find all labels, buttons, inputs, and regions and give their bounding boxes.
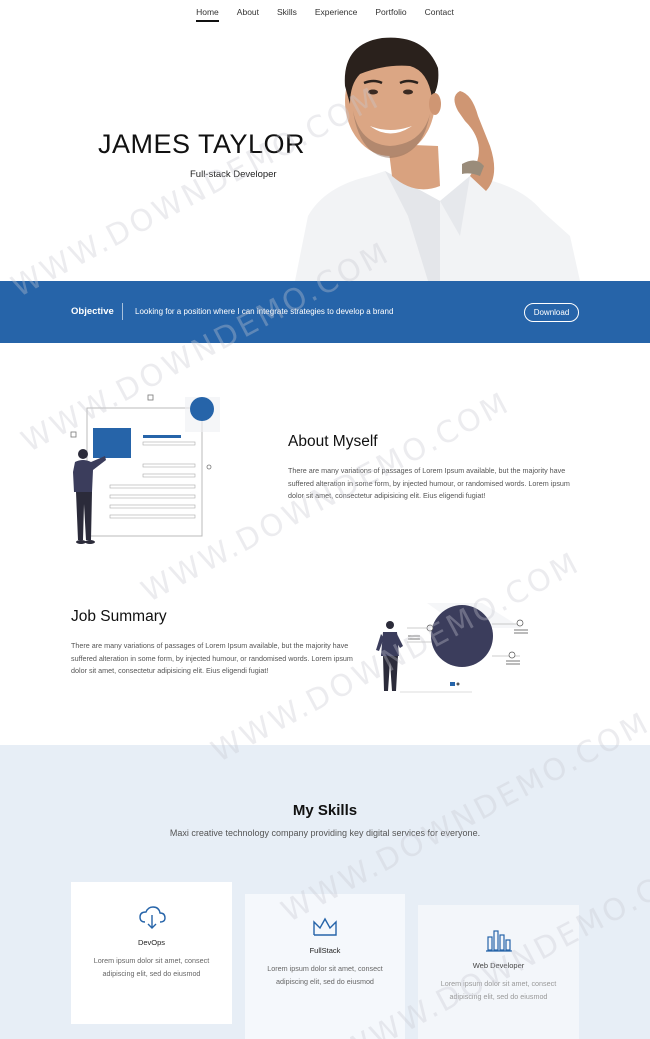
about-text: There are many variations of passages of… [288,466,570,501]
about-title: About Myself [288,433,378,450]
bar-chart-icon [485,930,512,952]
job-title: Job Summary [71,608,167,625]
nav-portfolio[interactable]: Portfolio [366,0,415,24]
nav-experience[interactable]: Experience [306,0,367,24]
nav-about[interactable]: About [228,0,268,24]
skill-card-devops[interactable]: DevOps Lorem ipsum dolor sit amet, conse… [71,882,232,1024]
objective-text: Looking for a position where I can integ… [135,307,394,316]
skill-card-fullstack[interactable]: FullStack Lorem ipsum dolor sit amet, co… [245,894,405,1039]
skills-section: My Skills Maxi creative technology compa… [0,745,650,1039]
crown-icon [313,917,337,936]
job-illustration [376,603,528,693]
skill-card-text: Lorem ipsum dolor sit amet, consect adip… [93,956,210,978]
nav-home[interactable]: Home [187,0,228,24]
skill-card-text: Lorem ipsum dolor sit amet, consect adip… [267,964,383,986]
skill-card-text: Lorem ipsum dolor sit amet, consect adip… [440,979,557,1001]
objective-divider [122,303,123,320]
skills-title: My Skills [292,802,358,819]
hero-section: JAMES TAYLOR Full-stack Developer [0,26,650,281]
skills-subtitle: Maxi creative technology company providi… [169,828,481,838]
hero-role: Full-stack Developer [190,169,277,180]
cloud-download-icon [138,906,166,929]
objective-label: Objective [71,306,114,317]
skill-card-title: DevOps [137,938,166,947]
about-illustration [70,394,220,544]
nav-skills[interactable]: Skills [268,0,306,24]
objective-bar: Objective Looking for a position where I… [0,281,650,343]
skill-card-title: FullStack [309,946,341,955]
skill-card-title: Web Developer [472,961,525,970]
top-nav: Home About Skills Experience Portfolio C… [0,0,650,26]
nav-contact[interactable]: Contact [416,0,463,24]
skill-card-web-developer[interactable]: Web Developer Lorem ipsum dolor sit amet… [418,905,579,1039]
job-text: There are many variations of passages of… [71,641,353,676]
profile-portrait [295,37,580,281]
download-button[interactable]: Download [524,303,579,322]
hero-name: JAMES TAYLOR [98,129,306,159]
